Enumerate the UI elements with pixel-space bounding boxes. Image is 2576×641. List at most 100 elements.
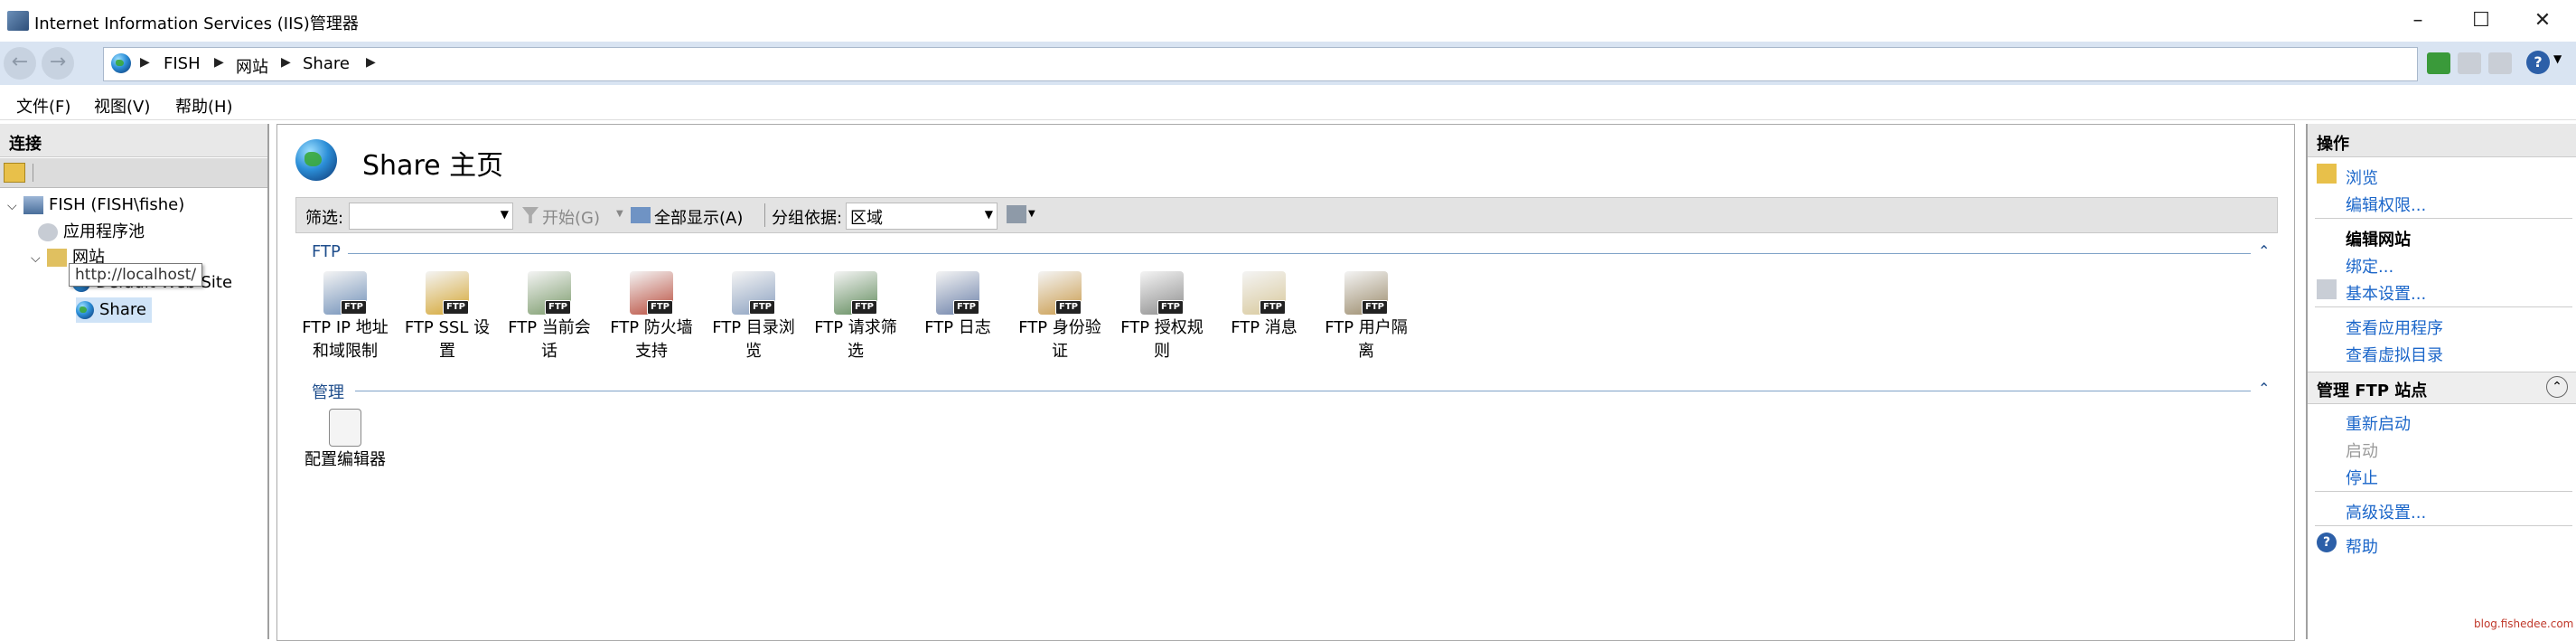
feature-label-line2: 置	[439, 342, 455, 361]
view-virtual-directories-link[interactable]: 查看虚拟目录	[2346, 343, 2443, 366]
breadcrumb[interactable]: ▶ FISH ▶ 网站 ▶ Share ▶	[103, 47, 2418, 81]
feature-label-line2: 览	[745, 342, 762, 361]
ftp-ssl-icon: FTP	[426, 271, 469, 315]
help-icon[interactable]: ?	[2526, 51, 2550, 74]
filter-funnel-icon	[522, 207, 539, 223]
feature-tile[interactable]: FTP FTP 目录浏览	[704, 271, 803, 363]
feature-label: FTP 用户隔	[1325, 318, 1408, 337]
new-connection-icon[interactable]	[4, 163, 25, 183]
features-view: Share 主页 筛选: ▼ 开始(G) ▼ 全部显示(A) 分组依据: 区域 …	[276, 124, 2295, 641]
breadcrumb-arrow-icon[interactable]: ▶	[140, 55, 150, 70]
help-link[interactable]: 帮助	[2346, 534, 2378, 558]
menu-help[interactable]: 帮助(H)	[175, 94, 233, 118]
actions-header: 操作	[2308, 124, 2576, 157]
view-mode-chevron-down-icon[interactable]: ▼	[1028, 209, 1035, 219]
group-by-label: 分组依据:	[772, 209, 843, 228]
window-title: Internet Information Services (IIS)管理器	[34, 14, 359, 33]
feature-label-line2: 和域限制	[313, 342, 378, 361]
help-dropdown-chevron-down-icon[interactable]: ▼	[2553, 52, 2562, 65]
actions-panel: 操作 浏览 编辑权限... 编辑网站 绑定... 基本设置... 查看应用程序 …	[2306, 124, 2576, 639]
edit-permissions-link[interactable]: 编辑权限...	[2346, 193, 2426, 216]
configuration-editor-icon	[329, 409, 361, 447]
back-icon[interactable]: ←	[4, 47, 36, 80]
go-button[interactable]: 开始(G)	[542, 205, 600, 229]
menu-file[interactable]: 文件(F)	[16, 94, 70, 118]
edit-site-heading: 编辑网站	[2346, 231, 2411, 250]
section-divider	[348, 253, 2251, 254]
restart-link[interactable]: 重新启动	[2346, 411, 2411, 435]
breadcrumb-arrow-icon[interactable]: ▶	[214, 55, 224, 70]
help-icon: ?	[2317, 533, 2337, 552]
feature-label: FTP 授权规	[1120, 318, 1204, 337]
feature-tile[interactable]: FTP FTP 当前会话	[500, 271, 599, 363]
feature-label-line2: 则	[1154, 342, 1170, 361]
connect-icon[interactable]	[2427, 52, 2450, 74]
feature-label: FTP 日志	[924, 318, 991, 337]
tree-item-app-pools[interactable]: 应用程序池	[38, 220, 145, 245]
ftp-messages-icon: FTP	[1242, 271, 1286, 315]
filter-input[interactable]: ▼	[349, 203, 513, 230]
breadcrumb-item-server[interactable]: FISH	[164, 54, 201, 73]
view-mode-icon[interactable]	[1007, 205, 1026, 223]
minimize-icon[interactable]: –	[2402, 7, 2434, 34]
toolbar-divider	[764, 203, 765, 227]
advanced-settings-link[interactable]: 高级设置...	[2346, 500, 2426, 523]
menu-view[interactable]: 视图(V)	[94, 94, 150, 118]
manage-ftp-site-header: 管理 FTP 站点 ⌃	[2308, 372, 2576, 404]
iis-app-icon	[7, 11, 29, 31]
feature-label-line2: 离	[1358, 342, 1374, 361]
home-icon[interactable]	[2488, 52, 2512, 74]
ftp-badge-icon: FTP	[341, 300, 367, 315]
collapse-icon[interactable]: ⌃	[2258, 242, 2270, 259]
start-link[interactable]: 启动	[2346, 438, 2378, 462]
ftp-ip-restrictions-icon: FTP	[323, 271, 367, 315]
view-applications-link[interactable]: 查看应用程序	[2346, 316, 2443, 339]
maximize-icon[interactable]: ☐	[2465, 7, 2497, 34]
connections-panel: 连接 ⌵FISH (FISH\fishe) 应用程序池 ⌵网站 Default …	[0, 124, 269, 639]
breadcrumb-arrow-icon[interactable]: ▶	[366, 55, 376, 70]
breadcrumb-arrow-icon[interactable]: ▶	[281, 55, 291, 70]
feature-tile[interactable]: FTP FTP 用户隔离	[1316, 271, 1416, 363]
show-all-icon	[631, 207, 651, 223]
stop-link[interactable]: 停止	[2346, 466, 2378, 489]
go-dropdown-chevron-down-icon[interactable]: ▼	[616, 209, 623, 219]
feature-tile[interactable]: FTP FTP 请求筛选	[806, 271, 905, 363]
tree-item-share[interactable]: Share	[76, 297, 152, 323]
feature-tile[interactable]: FTP FTP IP 地址 和域限制	[295, 271, 395, 363]
tree-item-server[interactable]: ⌵ FISH (FISH\fishe)	[7, 193, 184, 218]
sites-folder-icon	[47, 249, 67, 267]
breadcrumb-item-sites[interactable]: 网站	[236, 54, 268, 78]
group-by-select[interactable]: 区域 ▼	[846, 203, 998, 230]
bindings-link[interactable]: 绑定...	[2346, 254, 2393, 278]
feature-tile[interactable]: FTP FTP 防火墙 支持	[602, 271, 701, 363]
feature-label: FTP 当前会	[508, 318, 591, 337]
feature-label-line2: 话	[541, 342, 557, 361]
separator	[2315, 491, 2572, 492]
feature-tile[interactable]: FTP FTP 消息	[1214, 271, 1314, 340]
collapse-icon[interactable]: ⌃	[2546, 376, 2568, 398]
ftp-badge-icon: FTP	[443, 300, 469, 315]
browse-link[interactable]: 浏览	[2346, 165, 2378, 189]
forward-icon[interactable]: →	[42, 47, 74, 80]
chevron-down-icon[interactable]: ⌵	[7, 193, 23, 219]
feature-tile[interactable]: 配置编辑器	[295, 409, 395, 472]
basic-settings-link[interactable]: 基本设置...	[2346, 281, 2426, 305]
chevron-down-icon: ▼	[500, 208, 509, 221]
site-globe-icon	[295, 139, 337, 181]
stop-icon[interactable]	[2458, 52, 2481, 74]
app-pool-icon	[38, 223, 58, 241]
filter-label: 筛选:	[305, 209, 344, 228]
show-all-button[interactable]: 全部显示(A)	[654, 205, 743, 229]
chevron-down-icon[interactable]: ⌵	[31, 246, 47, 271]
breadcrumb-item-share[interactable]: Share	[303, 54, 350, 73]
collapse-icon[interactable]: ⌃	[2258, 380, 2270, 397]
ftp-badge-icon: FTP	[953, 300, 979, 315]
section-management-label: 管理	[312, 383, 344, 402]
filter-bar: 筛选: ▼ 开始(G) ▼ 全部显示(A) 分组依据: 区域 ▼ ▼	[295, 197, 2278, 233]
feature-tile[interactable]: FTP FTP SSL 设置	[398, 271, 497, 363]
feature-tile[interactable]: FTP FTP 授权规则	[1112, 271, 1212, 363]
feature-tile[interactable]: FTP FTP 日志	[908, 271, 1007, 340]
feature-tile[interactable]: FTP FTP 身份验证	[1010, 271, 1110, 363]
feature-label-line2: 证	[1052, 342, 1068, 361]
close-icon[interactable]: ✕	[2526, 7, 2559, 34]
